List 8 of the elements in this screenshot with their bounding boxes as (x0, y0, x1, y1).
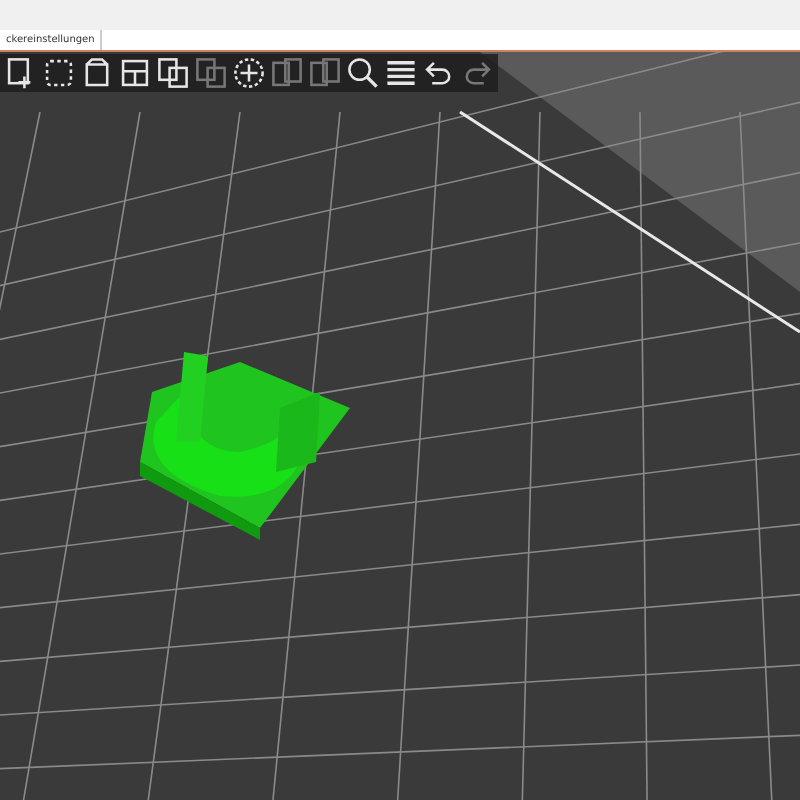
add-instance-icon[interactable] (232, 56, 266, 90)
undo-icon[interactable] (422, 56, 456, 90)
delete-icon[interactable] (42, 56, 76, 90)
delete-all-icon[interactable] (80, 56, 114, 90)
copy-icon[interactable] (156, 56, 190, 90)
arrange-icon[interactable] (118, 56, 152, 90)
search-icon[interactable] (346, 56, 380, 90)
layers-icon[interactable] (384, 56, 418, 90)
